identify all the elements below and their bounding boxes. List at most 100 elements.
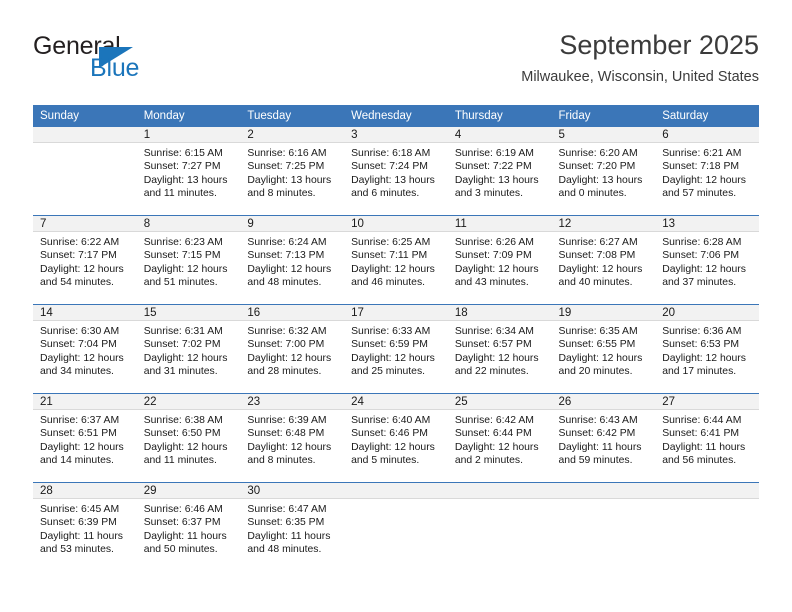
calendar-day-cell[interactable]: 30 Sunrise: 6:47 AM Sunset: 6:35 PM Dayligh… [240, 483, 345, 572]
sun-info-line: Sunset: 7:27 PM [143, 161, 221, 173]
day-cell-content: 26 Sunrise: 6:43 AM Sunset: 6:42 PM Dayligh… [551, 394, 656, 482]
day-number: 20 [655, 305, 759, 321]
sun-info-line: and 17 minutes. [662, 366, 737, 378]
sun-info-line: Daylight: 12 hours [40, 263, 124, 275]
calendar-day-cell[interactable]: 26 Sunrise: 6:43 AM Sunset: 6:42 PM Dayligh… [551, 394, 656, 483]
sun-info-line: Sunset: 7:15 PM [143, 250, 221, 262]
calendar-day-cell[interactable]: 15 Sunrise: 6:31 AM Sunset: 7:02 PM Dayligh… [136, 305, 241, 394]
sun-info-line: and 40 minutes. [558, 277, 633, 289]
sun-info-line: Daylight: 12 hours [454, 441, 539, 453]
calendar-day-cell[interactable]: 29 Sunrise: 6:46 AM Sunset: 6:37 PM Dayligh… [136, 483, 241, 572]
calendar-day-cell[interactable]: 21 Sunrise: 6:37 AM Sunset: 6:51 PM Dayligh… [33, 394, 137, 483]
sun-info-line: Sunrise: 6:18 AM [351, 148, 431, 159]
sun-info-line: Sunrise: 6:22 AM [40, 237, 120, 248]
calendar-day-cell[interactable]: 18 Sunrise: 6:34 AM Sunset: 6:57 PM Dayligh… [447, 305, 552, 394]
general-blue-logo: General Blue [33, 32, 263, 90]
sun-info-line: and 34 minutes. [40, 366, 114, 378]
weekday-header-monday: Monday [136, 105, 241, 127]
sun-info-line: Sunrise: 6:39 AM [247, 415, 327, 426]
calendar-day-cell[interactable] [447, 483, 552, 572]
day-number: 24 [344, 394, 448, 410]
sun-info-block: Sunrise: 6:36 AM Sunset: 6:53 PM Daylight:… [655, 321, 759, 379]
calendar-day-cell[interactable] [344, 483, 448, 572]
calendar-day-cell[interactable]: 24 Sunrise: 6:40 AM Sunset: 6:46 PM Dayligh… [344, 394, 448, 483]
sun-info-line: Sunrise: 6:31 AM [143, 326, 223, 337]
sun-info-line: Daylight: 11 hours [40, 530, 123, 542]
day-number: 29 [136, 483, 241, 499]
calendar-day-cell[interactable]: 6 Sunrise: 6:21 AM Sunset: 7:18 PM Daylight… [655, 127, 759, 216]
calendar-day-cell[interactable]: 1 Sunrise: 6:15 AM Sunset: 7:27 PM Daylight… [136, 127, 241, 216]
calendar-day-cell[interactable]: 16 Sunrise: 6:32 AM Sunset: 7:00 PM Dayligh… [240, 305, 345, 394]
day-number: 21 [33, 394, 137, 410]
day-number [551, 483, 656, 499]
calendar-day-cell[interactable]: 28 Sunrise: 6:45 AM Sunset: 6:39 PM Dayligh… [33, 483, 137, 572]
calendar-day-cell[interactable]: 17 Sunrise: 6:33 AM Sunset: 6:59 PM Dayligh… [344, 305, 448, 394]
sun-info-block: Sunrise: 6:16 AM Sunset: 7:25 PM Daylight:… [240, 143, 344, 201]
sun-info-line: and 22 minutes. [454, 366, 529, 378]
calendar-day-cell[interactable]: 11 Sunrise: 6:26 AM Sunset: 7:09 PM Dayligh… [447, 216, 552, 305]
day-number [33, 127, 137, 143]
sun-info-line: Sunrise: 6:28 AM [662, 237, 742, 248]
calendar-day-cell[interactable]: 13 Sunrise: 6:28 AM Sunset: 7:06 PM Dayligh… [655, 216, 759, 305]
sun-info-block: Sunrise: 6:35 AM Sunset: 6:55 PM Daylight:… [552, 321, 656, 379]
calendar-day-cell[interactable]: 8 Sunrise: 6:23 AM Sunset: 7:15 PM Daylight… [136, 216, 241, 305]
sun-info-line: and 53 minutes. [40, 544, 114, 556]
sun-info-line: Daylight: 12 hours [143, 352, 228, 364]
calendar-day-cell[interactable]: 12 Sunrise: 6:27 AM Sunset: 7:08 PM Dayligh… [551, 216, 656, 305]
sun-info-block: Sunrise: 6:31 AM Sunset: 7:02 PM Daylight:… [137, 321, 241, 379]
sun-info-line: Daylight: 12 hours [351, 352, 435, 364]
sun-info-line: Daylight: 12 hours [662, 352, 746, 364]
sun-info-line: Daylight: 13 hours [454, 174, 539, 186]
calendar-day-cell[interactable]: 10 Sunrise: 6:25 AM Sunset: 7:11 PM Dayligh… [344, 216, 448, 305]
day-number: 4 [447, 127, 552, 143]
calendar-day-cell[interactable]: 25 Sunrise: 6:42 AM Sunset: 6:44 PM Dayligh… [447, 394, 552, 483]
sun-info-line: and 28 minutes. [247, 366, 322, 378]
day-number: 7 [33, 216, 137, 232]
calendar-day-cell[interactable]: 20 Sunrise: 6:36 AM Sunset: 6:53 PM Dayligh… [655, 305, 759, 394]
calendar-day-cell[interactable] [655, 483, 759, 572]
calendar-day-cell[interactable]: 9 Sunrise: 6:24 AM Sunset: 7:13 PM Daylight… [240, 216, 345, 305]
weekday-header-wednesday: Wednesday [344, 105, 448, 127]
calendar-week-row: 7 Sunrise: 6:22 AM Sunset: 7:17 PM Daylight… [33, 215, 759, 305]
sun-info-block: Sunrise: 6:38 AM Sunset: 6:50 PM Daylight:… [137, 410, 241, 468]
day-number: 1 [136, 127, 241, 143]
calendar-day-cell[interactable]: 22 Sunrise: 6:38 AM Sunset: 6:50 PM Dayligh… [136, 394, 241, 483]
sun-info-block: Sunrise: 6:26 AM Sunset: 7:09 PM Daylight:… [448, 232, 552, 290]
weekday-header-friday: Friday [551, 105, 656, 127]
calendar-day-cell[interactable]: 7 Sunrise: 6:22 AM Sunset: 7:17 PM Daylight… [33, 216, 137, 305]
calendar-day-cell[interactable]: 14 Sunrise: 6:30 AM Sunset: 7:04 PM Dayligh… [33, 305, 137, 394]
sun-info-block: Sunrise: 6:37 AM Sunset: 6:51 PM Daylight:… [33, 410, 137, 468]
title-block: September 2025 Milwaukee, Wisconsin, Uni… [521, 28, 759, 87]
weekday-header-row: Sunday Monday Tuesday Wednesday Thursday… [33, 105, 759, 127]
calendar-day-cell[interactable]: 27 Sunrise: 6:44 AM Sunset: 6:41 PM Dayligh… [655, 394, 759, 483]
sun-info-line: Sunrise: 6:34 AM [454, 326, 534, 337]
sun-info-line: Sunset: 7:25 PM [247, 161, 325, 173]
day-number: 23 [240, 394, 345, 410]
calendar-day-cell[interactable] [33, 127, 137, 216]
day-number [655, 483, 759, 499]
sun-info-block: Sunrise: 6:28 AM Sunset: 7:06 PM Daylight:… [655, 232, 759, 290]
sun-info-line: and 3 minutes. [454, 188, 523, 200]
calendar-day-cell[interactable]: 23 Sunrise: 6:39 AM Sunset: 6:48 PM Dayligh… [240, 394, 345, 483]
sun-info-line: Sunset: 7:18 PM [662, 161, 740, 173]
sun-info-block: Sunrise: 6:40 AM Sunset: 6:46 PM Daylight:… [344, 410, 448, 468]
calendar-day-cell[interactable]: 4 Sunrise: 6:19 AM Sunset: 7:22 PM Daylight… [447, 127, 552, 216]
sun-info-block: Sunrise: 6:30 AM Sunset: 7:04 PM Daylight:… [33, 321, 137, 379]
calendar-day-cell[interactable]: 19 Sunrise: 6:35 AM Sunset: 6:55 PM Dayligh… [551, 305, 656, 394]
day-number [447, 483, 552, 499]
sun-info-line: Daylight: 12 hours [143, 441, 228, 453]
calendar-day-cell[interactable]: 3 Sunrise: 6:18 AM Sunset: 7:24 PM Daylight… [344, 127, 448, 216]
sun-info-line: and 14 minutes. [40, 455, 114, 467]
calendar-table: Sunday Monday Tuesday Wednesday Thursday… [33, 105, 759, 571]
calendar-day-cell[interactable]: 5 Sunrise: 6:20 AM Sunset: 7:20 PM Daylight… [551, 127, 656, 216]
calendar-day-cell[interactable] [551, 483, 656, 572]
day-cell-content [447, 483, 552, 571]
calendar-week-row: 21 Sunrise: 6:37 AM Sunset: 6:51 PM Dayligh… [33, 393, 759, 483]
weekday-header-thursday: Thursday [447, 105, 552, 127]
page-title: September 2025 [559, 30, 759, 60]
weekday-header-sunday: Sunday [33, 105, 137, 127]
day-cell-content: 25 Sunrise: 6:42 AM Sunset: 6:44 PM Dayligh… [447, 394, 552, 482]
day-number: 30 [240, 483, 345, 499]
calendar-day-cell[interactable]: 2 Sunrise: 6:16 AM Sunset: 7:25 PM Daylight… [240, 127, 345, 216]
sun-info-line: Sunset: 7:11 PM [351, 250, 428, 262]
